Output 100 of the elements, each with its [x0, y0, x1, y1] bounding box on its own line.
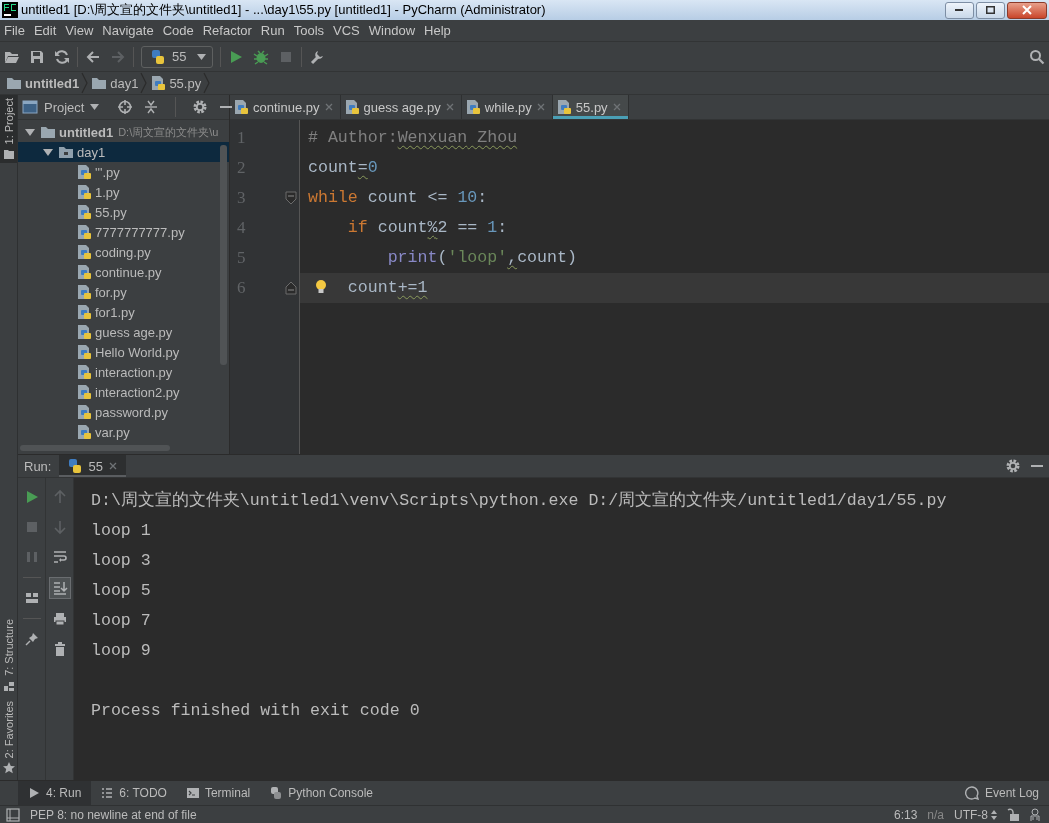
menu-item[interactable]: VCS — [329, 23, 364, 38]
tool-window-tab[interactable]: 6: TODO — [91, 781, 177, 805]
tool-window-tab[interactable]: Python Console — [260, 781, 384, 805]
python-file-icon — [76, 324, 92, 340]
menu-item[interactable]: Code — [158, 23, 198, 38]
tree-item[interactable]: untitled1 D:\周文宣的文件夹\u — [18, 122, 229, 142]
editor-tab[interactable]: continue.py — [230, 95, 341, 119]
cursor-position[interactable]: 6:13 — [893, 807, 918, 822]
tree-item[interactable]: 1.py — [18, 182, 229, 202]
menu-item[interactable]: Navigate — [98, 23, 158, 38]
python-icon — [67, 458, 84, 474]
code-line: count=0 — [307, 157, 379, 179]
menu-item[interactable]: Edit — [29, 23, 61, 38]
tree-item[interactable]: coding.py — [18, 242, 229, 262]
python-file-icon — [233, 99, 249, 115]
collapse-all-icon[interactable] — [143, 99, 160, 115]
close-icon — [1021, 5, 1032, 15]
menu-item[interactable]: Refactor — [198, 23, 256, 38]
maximize-icon — [985, 6, 995, 14]
view-dropdown[interactable]: Project — [22, 99, 100, 115]
path-label: D:\周文宣的文件夹\u — [118, 124, 219, 140]
structure-icon — [2, 679, 15, 692]
tool-window-tab[interactable]: 4: Run — [18, 781, 92, 805]
menu-item[interactable]: Tools — [289, 23, 329, 38]
side-tab[interactable]: 1: Project — [0, 95, 17, 164]
breadcrumb[interactable]: day1 — [89, 75, 141, 91]
python-file-icon — [76, 344, 92, 360]
console-line: loop 7 — [91, 610, 152, 632]
run-tab[interactable]: 55 — [59, 455, 126, 477]
python-file-icon — [76, 264, 92, 280]
close-button[interactable] — [1007, 1, 1047, 19]
run-config-dropdown[interactable]: 55 — [141, 45, 213, 68]
tree-item[interactable]: for1.py — [18, 302, 229, 322]
code-line: if count%2 == 1: — [346, 217, 509, 239]
scrollbar[interactable] — [220, 145, 227, 365]
side-tab[interactable]: 2: Favorites — [0, 697, 17, 780]
fold-marker-icon[interactable] — [285, 281, 297, 295]
console-line: Process finished with exit code 0 — [91, 700, 421, 722]
editor-tab[interactable]: while.py — [461, 95, 553, 119]
breadcrumb[interactable]: 55.py — [148, 75, 204, 91]
encoding-selector[interactable]: UTF-8 — [954, 807, 997, 822]
tree-item[interactable]: guess age.py — [18, 322, 229, 342]
settings-icon[interactable] — [192, 99, 209, 115]
tree-item[interactable]: for.py — [18, 282, 229, 302]
python-file-icon — [76, 304, 92, 320]
panel-title: Run: — [23, 458, 52, 474]
side-tab[interactable]: 7: Structure — [0, 615, 17, 698]
editor-tab[interactable]: 55.py — [552, 95, 629, 119]
editor-tab[interactable]: guess age.py — [340, 95, 462, 119]
tree-item[interactable]: var.py — [18, 422, 229, 442]
refresh-icon[interactable] — [54, 48, 70, 65]
tree-item[interactable]: 7777777777.py — [18, 222, 229, 242]
lightbulb-icon[interactable] — [314, 279, 328, 295]
line-separator[interactable]: n/a — [927, 807, 944, 822]
run-icon[interactable] — [228, 48, 244, 65]
back-arrow-icon[interactable] — [85, 48, 101, 65]
tool-windows-icon[interactable] — [6, 807, 20, 822]
tree-item[interactable]: interaction.py — [18, 362, 229, 382]
python-file-icon — [555, 99, 572, 115]
list-icon — [101, 787, 114, 799]
code-line: print('loop',count) — [386, 247, 578, 269]
close-icon[interactable] — [107, 461, 118, 471]
save-icon[interactable] — [29, 48, 45, 65]
menu-item[interactable]: Help — [420, 23, 455, 38]
settings-icon[interactable] — [1005, 458, 1021, 474]
fold-marker-icon[interactable] — [285, 191, 297, 205]
tree-item[interactable]: Hello World.py — [18, 342, 229, 362]
python-file-icon — [76, 244, 92, 260]
breadcrumb[interactable]: untitled1 — [4, 75, 82, 91]
folder-icon — [40, 124, 56, 140]
tree-item[interactable]: continue.py — [18, 262, 229, 282]
tree-item[interactable]: 55.py — [18, 202, 229, 222]
menu-item[interactable]: Window — [364, 23, 420, 38]
bug-icon[interactable] — [253, 48, 269, 65]
search-icon[interactable] — [1029, 48, 1045, 65]
menu-item[interactable]: Run — [256, 23, 289, 38]
tree-item[interactable]: '''.py — [18, 162, 229, 182]
speech-bubble-icon — [964, 786, 979, 800]
inspector-icon[interactable] — [1029, 807, 1041, 822]
lock-icon[interactable] — [1007, 807, 1019, 822]
event-log-button[interactable]: Event Log — [954, 781, 1049, 805]
menu-item[interactable]: File — [0, 23, 29, 38]
updown-icon — [991, 808, 997, 821]
tree-item[interactable]: day1 — [18, 142, 229, 162]
run-icon — [28, 787, 40, 799]
maximize-button[interactable] — [976, 1, 1005, 19]
caret-icon — [90, 104, 100, 110]
python-file-icon — [76, 424, 92, 440]
folder-icon — [58, 144, 74, 160]
locate-icon[interactable] — [117, 99, 134, 115]
minimize-icon — [955, 9, 963, 11]
tree-item[interactable]: interaction2.py — [18, 382, 229, 402]
wrench-icon[interactable] — [309, 48, 325, 65]
caret-icon — [197, 53, 206, 60]
tool-window-tab[interactable]: Terminal — [176, 781, 261, 805]
tree-item[interactable]: password.py — [18, 402, 229, 422]
window-icon — [22, 99, 38, 115]
menu-item[interactable]: View — [61, 23, 98, 38]
minimize-button[interactable] — [945, 1, 974, 19]
scroll-to-end-icon[interactable] — [48, 577, 71, 599]
